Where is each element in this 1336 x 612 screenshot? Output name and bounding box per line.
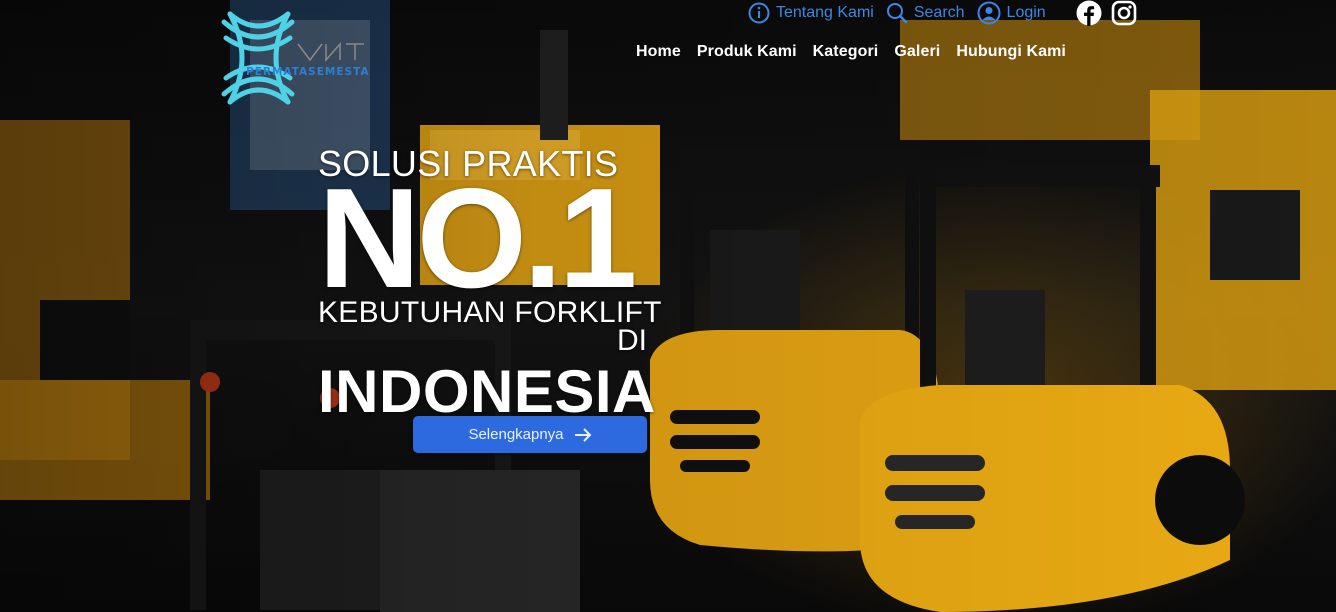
about-link-label: Tentang Kami (776, 4, 874, 21)
read-more-label: Selengkapnya (468, 426, 564, 443)
nav-item-products[interactable]: Produk Kami (697, 43, 797, 61)
search-icon (886, 3, 908, 24)
facebook-icon[interactable] (1076, 0, 1102, 26)
nav-item-categories[interactable]: Kategori (813, 43, 879, 61)
about-link[interactable]: Tentang Kami (748, 2, 874, 24)
company-logo[interactable] (218, 8, 388, 108)
info-icon (748, 2, 770, 24)
utility-bar: Tentang Kami Search Login (748, 0, 1058, 26)
nav-item-gallery[interactable]: Galeri (894, 43, 940, 61)
arrow-right-icon (574, 427, 591, 442)
hero-subtitle-preposition: DI (617, 324, 647, 357)
hero-title: NO.1 (318, 159, 637, 318)
login-link-label: Login (1006, 4, 1046, 21)
hero-subtitle: KEBUTUHAN FORKLIFT (318, 296, 662, 329)
social-links (1076, 0, 1137, 26)
read-more-button[interactable]: Selengkapnya (413, 416, 647, 453)
instagram-icon[interactable] (1111, 0, 1137, 26)
login-link[interactable]: Login (977, 1, 1046, 25)
user-icon (977, 1, 1001, 25)
company-logo-text: PERMATASEMESTA (246, 66, 370, 78)
hero-overlay (0, 0, 1336, 612)
nav-item-home[interactable]: Home (636, 43, 681, 61)
nav-item-contact[interactable]: Hubungi Kami (956, 43, 1066, 61)
hero-banner: PERMATASEMESTA Tentang Kami Search Login… (0, 0, 1336, 612)
search-link[interactable]: Search (886, 2, 965, 24)
main-nav: Home Produk Kami Kategori Galeri Hubungi… (636, 43, 1066, 61)
search-link-label: Search (913, 4, 965, 21)
